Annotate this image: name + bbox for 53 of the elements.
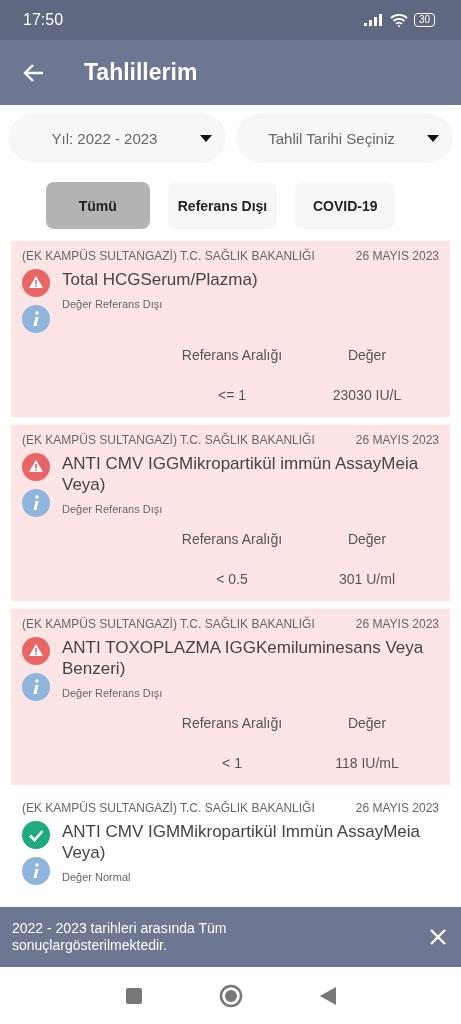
column-header: Değer <box>346 531 388 547</box>
result-card[interactable]: (EK KAMPÜS SULTANGAZİ) T.C. SAĞLIK BAKANLIĞI 26 MAYIS 2023 ANTI TOXOPLAZMA IGGKemiluminesans Veya Benzeri) Değer Referans Dışı Referans Aralığı Değer < 1 118 IU/mL <box>11 609 450 785</box>
institution-name: (EK KAMPÜS SULTANGAZİ) T.C. SAĞLIK BAKANLIĞI <box>22 617 315 631</box>
snackbar-message: 2022 - 2023 tarihleri arasında Tüm sonuçlargösterilmektedir. <box>12 920 228 954</box>
test-name: ANTI CMV IGGMikropartikül immün AssayMeia Veya) <box>62 453 420 495</box>
column-header: Referans Aralığı <box>180 715 284 731</box>
result-date: 26 MAYIS 2023 <box>355 249 439 263</box>
test-name: ANTI CMV IGMMikropartikül Immün AssayMeia Veya) <box>62 821 421 863</box>
recents-button[interactable] <box>124 986 143 1005</box>
filter-tab[interactable]: Referans Dışı <box>167 182 278 229</box>
result-card[interactable]: (EK KAMPÜS SULTANGAZİ) T.C. SAĞLIK BAKANLIĞI 26 MAYIS 2023 Total HCGSerum/Plazma) Değer Referans Dışı Referans Aralığı Değer <= 1 23030 IU/L <box>11 241 450 417</box>
result-status: Değer Referans Dışı <box>62 298 164 310</box>
page-title: Tahlillerim <box>84 59 198 86</box>
institution-name: (EK KAMPÜS SULTANGAZİ) T.C. SAĞLIK BAKANLIĞI <box>22 433 315 447</box>
reference-range: <= 1 <box>217 387 247 403</box>
column-header: Referans Aralığı <box>180 347 284 363</box>
result-value: 23030 IU/L <box>331 387 403 403</box>
reference-range: < 0.5 <box>215 571 249 587</box>
result-value: 301 U/ml <box>338 571 396 587</box>
column-header: Referans Aralığı <box>180 531 284 547</box>
result-value: 118 IU/mL <box>334 755 400 771</box>
back-nav-button[interactable] <box>318 985 337 1006</box>
result-date: 26 MAYIS 2023 <box>355 617 439 631</box>
result-date: 26 MAYIS 2023 <box>355 801 439 815</box>
result-status: Değer Normal <box>62 871 132 883</box>
dropdown-icon <box>427 134 439 142</box>
result-status: Değer Referans Dışı <box>62 687 164 699</box>
filter-tab[interactable]: Tümü <box>45 182 150 229</box>
checkmark-icon <box>22 821 50 849</box>
test-name: Total HCGSerum/Plazma) <box>62 269 259 290</box>
institution-name: (EK KAMPÜS SULTANGAZİ) T.C. SAĞLIK BAKANLIĞI <box>22 801 315 815</box>
dropdown-icon <box>200 134 212 142</box>
warning-icon <box>22 637 50 665</box>
status-time: 17:50 <box>23 11 64 29</box>
result-status: Değer Referans Dışı <box>62 503 164 515</box>
wifi-icon <box>389 13 408 27</box>
column-header: Değer <box>346 715 388 731</box>
institution-name: (EK KAMPÜS SULTANGAZİ) T.C. SAĞLIK BAKANLIĞI <box>22 249 315 263</box>
home-button[interactable] <box>218 983 243 1008</box>
dropdown-field[interactable]: Tahlil Tarihi Seçiniz <box>236 113 453 163</box>
back-button[interactable] <box>22 62 44 83</box>
result-card[interactable]: (EK KAMPÜS SULTANGAZİ) T.C. SAĞLIK BAKANLIĞI 26 MAYIS 2023 ANTI CMV IGGMikropartikül immün AssayMeia Veya) Değer Referans Dışı Referans Aralığı Değer < 0.5 301 U/ml <box>11 425 450 601</box>
close-button[interactable] <box>429 928 447 946</box>
warning-icon <box>22 269 50 297</box>
column-header: Değer <box>346 347 388 363</box>
filter-tab[interactable]: COVID-19 <box>295 182 396 229</box>
signal-icon <box>363 14 384 26</box>
reference-range: < 1 <box>221 755 243 771</box>
battery-indicator: 30 <box>413 13 435 27</box>
dropdown-field[interactable]: Yıl: 2022 - 2023 <box>9 113 226 163</box>
result-date: 26 MAYIS 2023 <box>355 433 439 447</box>
test-name: ANTI TOXOPLAZMA IGGKemiluminesans Veya Benzeri) <box>62 637 425 679</box>
warning-icon <box>22 453 50 481</box>
